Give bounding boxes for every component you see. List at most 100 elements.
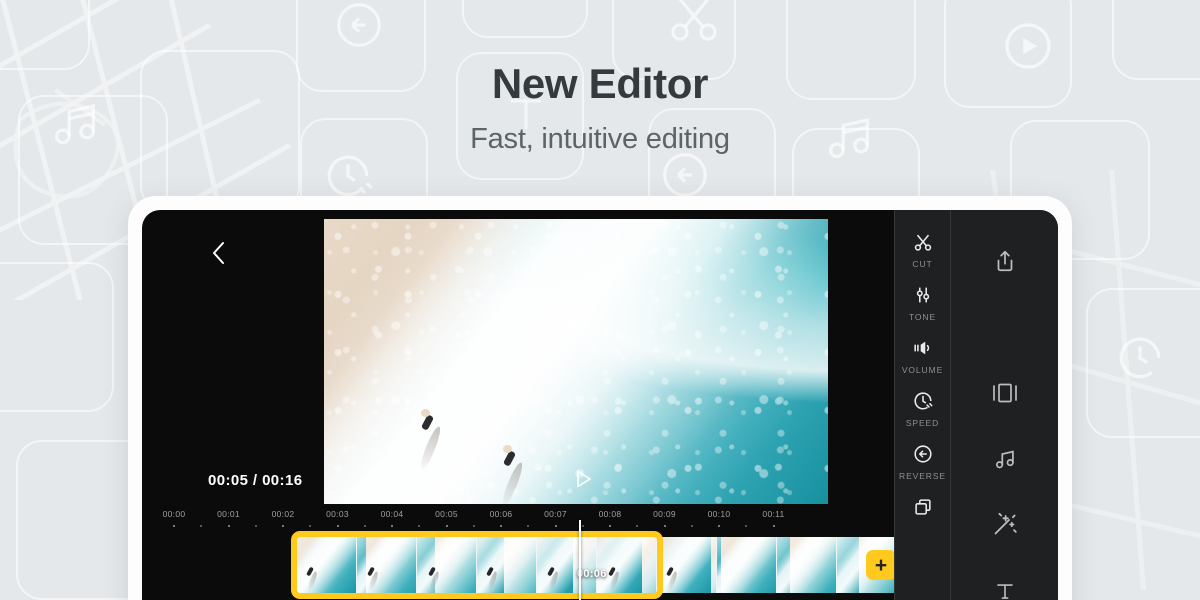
watermark-tile	[462, 0, 588, 38]
ruler-tick	[554, 525, 557, 527]
clip-duration-badge: 00:06	[577, 568, 607, 580]
ruler-tick	[663, 525, 666, 527]
clock-fast-icon	[912, 389, 934, 413]
ruler-label: 00:04	[380, 509, 404, 519]
ruler-tick	[500, 525, 502, 527]
tool-text[interactable]	[951, 560, 1059, 600]
tool-tone[interactable]: TONE	[895, 283, 951, 322]
clip-thumbnail[interactable]	[657, 537, 717, 593]
timecode-display: 00:05 / 00:16	[208, 472, 303, 489]
tool-duplicate[interactable]	[895, 495, 951, 519]
ruler-label: 00:00	[162, 509, 186, 519]
device-frame: 00:05 / 00:16 CUT TONE VOLUME SPEED REVE…	[128, 196, 1072, 600]
clip-thumbnail[interactable]	[597, 537, 657, 593]
clip-thumbnail[interactable]	[357, 537, 417, 593]
tool-cut[interactable]: CUT	[895, 230, 951, 269]
clip-thumbnail[interactable]	[477, 537, 537, 593]
play-button[interactable]	[570, 466, 596, 492]
tool-reverse-label: REVERSE	[899, 471, 946, 481]
tool-music[interactable]	[951, 428, 1059, 494]
tool-reverse[interactable]: REVERSE	[895, 442, 951, 481]
hero-text-block: New Editor Fast, intuitive editing	[0, 60, 1200, 156]
ruler-tick	[336, 525, 339, 527]
ruler-tick-minor	[636, 525, 639, 527]
watermark-tile	[0, 262, 114, 412]
clip-thumbnail[interactable]	[417, 537, 477, 593]
ruler-tick-minor	[472, 525, 475, 527]
tool-volume-label: VOLUME	[901, 365, 944, 375]
ruler-label: 00:02	[271, 509, 295, 519]
watermark-tile	[1086, 288, 1200, 438]
back-chevron-icon	[213, 242, 224, 264]
tool-tone-label: TONE	[908, 312, 937, 322]
magic-wand-icon	[991, 511, 1018, 543]
tool-effects[interactable]	[951, 494, 1059, 560]
ruler-tick	[718, 525, 720, 527]
ruler-tick	[391, 525, 393, 527]
ruler-tick	[609, 525, 611, 527]
page-title: New Editor	[491, 60, 709, 107]
tool-export[interactable]	[951, 230, 1059, 296]
ruler-label: 00:07	[544, 509, 567, 519]
reverse-arrow-icon	[658, 148, 712, 202]
back-button[interactable]	[202, 236, 236, 270]
share-export-icon	[992, 248, 1018, 279]
ruler-tick	[227, 525, 230, 527]
ruler-tick-minor	[200, 525, 203, 527]
tool-transition[interactable]	[951, 362, 1059, 428]
ruler-tick	[282, 525, 284, 527]
clip-thumbnail[interactable]	[777, 537, 837, 593]
ruler-tick	[772, 525, 775, 527]
playhead[interactable]	[579, 520, 581, 600]
tool-panel-primary: CUT TONE VOLUME SPEED REVERSE	[894, 210, 950, 600]
ruler-label: 00:06	[489, 509, 513, 519]
tool-speed[interactable]: SPEED	[895, 389, 951, 428]
ruler-tick-minor	[363, 525, 366, 527]
ruler-label: 00:11	[762, 509, 785, 519]
film-icon	[504, 0, 554, 8]
duplicate-icon	[912, 495, 934, 519]
music-note-icon	[992, 446, 1018, 477]
add-clip-button[interactable]: +	[866, 550, 894, 580]
ruler-tick-minor	[581, 525, 584, 527]
ruler-tick-minor	[527, 525, 530, 527]
clip-thumbnail[interactable]	[537, 537, 597, 593]
clip-track[interactable]	[297, 537, 894, 593]
clip-thumbnail[interactable]	[297, 537, 357, 593]
tool-speed-label: SPEED	[905, 418, 940, 428]
video-preview[interactable]	[324, 219, 828, 504]
timeline-ruler: 00:00 00:01 00:02 00:03 00:04 00:05 00:06 00:07…	[142, 506, 894, 534]
reverse-arrow-icon	[332, 0, 386, 52]
text-icon	[992, 578, 1018, 600]
speaker-icon	[911, 336, 934, 360]
scissors-icon	[912, 230, 934, 254]
tool-panel-gap	[951, 296, 1059, 362]
ruler-label: 00:10	[707, 509, 731, 519]
timeline[interactable]: 00:00 00:01 00:02 00:03 00:04 00:05 00:06 00:07…	[142, 506, 894, 600]
reverse-arrow-icon	[912, 442, 934, 466]
ruler-label: 00:03	[326, 509, 349, 519]
page-subtitle: Fast, intuitive editing	[470, 123, 730, 156]
ruler-tick-minor	[254, 525, 257, 527]
ruler-label: 00:09	[653, 509, 676, 519]
preview-foam-texture	[324, 219, 828, 504]
ruler-tick	[173, 525, 175, 527]
promo-screenshot: New Editor Fast, intuitive editing 00:05…	[0, 0, 1200, 600]
ruler-tick-minor	[418, 525, 421, 527]
device-screen: 00:05 / 00:16 CUT TONE VOLUME SPEED REVE…	[142, 210, 1058, 600]
ruler-tick-minor	[745, 525, 748, 527]
ruler-label: 00:01	[217, 509, 240, 519]
clock-fast-icon	[1112, 330, 1168, 386]
tool-volume[interactable]: VOLUME	[895, 336, 951, 375]
tool-cut-label: CUT	[912, 259, 933, 269]
ruler-tick	[445, 525, 448, 527]
ruler-tick-minor	[690, 525, 693, 527]
clip-thumbnail[interactable]	[717, 537, 777, 593]
tool-panel-secondary	[950, 210, 1058, 600]
ruler-label: 00:08	[598, 509, 622, 519]
play-triangle-icon	[577, 470, 591, 488]
scissors-icon	[666, 0, 722, 46]
transition-icon	[991, 380, 1019, 411]
ruler-tick-minor	[309, 525, 312, 527]
sliders-icon	[912, 283, 934, 307]
